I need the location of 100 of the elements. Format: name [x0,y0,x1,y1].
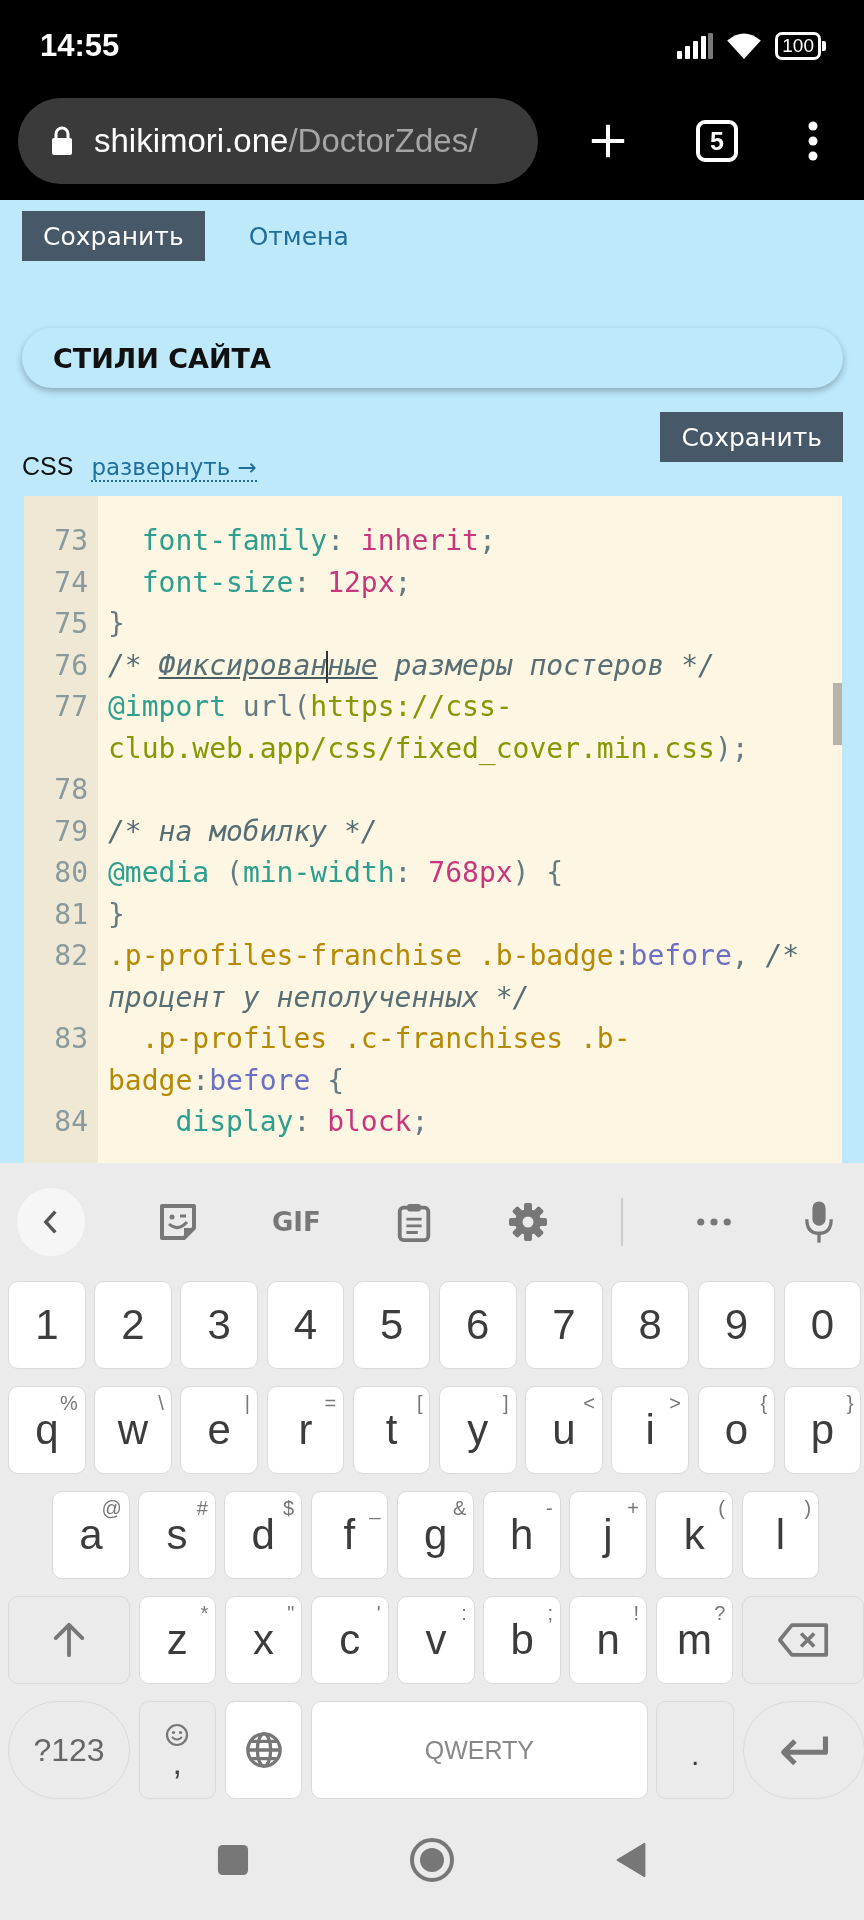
keyboard-key[interactable]: q % [8,1386,86,1474]
line-number: 77 [53,689,89,725]
keyboard-key[interactable]: u < [525,1386,603,1474]
line-number: 73 [53,523,89,559]
backspace-key[interactable] [741,1596,864,1684]
key-hint: : [461,1602,467,1625]
key-hint: < [583,1392,595,1415]
gif-button[interactable]: GIF [271,1207,321,1237]
keyboard-key[interactable]: i > [611,1386,689,1474]
keyboard-key[interactable]: c ' [310,1596,389,1684]
signal-icon [677,33,714,59]
keyboard-key[interactable]: j + [569,1491,647,1579]
language-key[interactable] [224,1701,303,1799]
keyboard-key[interactable]: s # [138,1491,216,1579]
cancel-link[interactable]: Отмена [248,221,349,251]
new-tab-icon[interactable] [590,123,626,159]
code-line: /* на мобилку */ [108,813,379,850]
keyboard-key[interactable]: v : [397,1596,475,1684]
key-hint: $ [282,1497,295,1520]
scrollbar-thumb[interactable] [833,683,842,745]
key-hint: \ [158,1392,164,1415]
keyboard-key[interactable]: o { [697,1386,776,1474]
key-hint: & [453,1497,467,1520]
key-hint: ( [718,1497,725,1520]
keyboard-key[interactable]: 7 [525,1281,603,1369]
key-hint: - [545,1497,553,1520]
keyboard-key[interactable]: m ? [655,1596,734,1684]
keyboard-key[interactable]: d $ [224,1491,303,1579]
menu-icon[interactable] [808,121,818,161]
keyboard-key[interactable]: 1 [8,1281,86,1369]
line-number: 76 [53,647,89,684]
keyboard-key[interactable]: 2 [94,1281,172,1369]
keyboard-key[interactable]: 6 [438,1281,517,1369]
keyboard-key[interactable]: 5 [352,1281,431,1369]
section-header: СТИЛИ САЙТА [22,328,843,388]
code-line: } [108,896,126,933]
key-hint: } [846,1392,854,1415]
keyboard-key[interactable]: p } [783,1386,862,1474]
save-button[interactable]: Сохранить [660,412,843,462]
home-icon[interactable] [409,1836,455,1883]
line-number: 84 [53,1104,89,1140]
key-label: , [172,1747,183,1777]
tab-count-button[interactable]: 5 [696,120,738,162]
key-hint: ' [376,1602,381,1625]
keyboard-key[interactable]: e | [180,1386,259,1474]
line-number: 82 [53,938,89,974]
backspace-icon [776,1622,829,1658]
key-hint: ! [633,1602,640,1625]
more-icon[interactable] [696,1218,731,1226]
url-text: shikimori.one/DoctorZdes/ [94,122,478,160]
keyboard-key[interactable]: 9 [697,1281,776,1369]
symbols-key[interactable]: ?123 [8,1701,130,1799]
key-hint: * [200,1602,209,1625]
keyboard-key[interactable]: 8 [611,1281,689,1369]
key-hint: > [669,1392,681,1415]
comma-key[interactable]: , [138,1701,217,1799]
keyboard-key[interactable]: b ; [483,1596,561,1684]
keyboard-key[interactable]: f _ [310,1491,389,1579]
expand-link[interactable]: развернуть → [91,454,257,482]
address-bar[interactable]: shikimori.one/DoctorZdes/ [18,98,538,184]
line-number: 74 [53,564,89,601]
keyboard-key[interactable]: h - [482,1491,561,1579]
microphone-icon[interactable] [803,1200,834,1244]
keyboard-key[interactable]: z * [138,1596,217,1684]
keyboard-key[interactable]: w \ [94,1386,172,1474]
keyboard-key[interactable]: k ( [655,1491,733,1579]
sticker-icon[interactable] [158,1202,199,1242]
keyboard-key[interactable]: n ! [569,1596,648,1684]
keyboard-key[interactable]: 3 [180,1281,259,1369]
enter-key[interactable] [742,1701,864,1799]
key-hint: { [760,1392,768,1415]
keyboard-key[interactable]: r = [266,1386,345,1474]
keyboard-key[interactable]: 0 [783,1281,862,1369]
code-line: .p-profiles .c-franchises .b-badge:before { [108,1021,632,1099]
save-button[interactable]: Сохранить [22,211,205,261]
keyboard-key[interactable]: x " [224,1596,303,1684]
back-icon[interactable] [615,1841,647,1878]
keyboard-key[interactable]: 4 [266,1281,345,1369]
keyboard-key[interactable]: t [ [352,1386,431,1474]
code-editor[interactable] [24,496,842,1163]
key-hint: | [244,1392,251,1415]
keyboard-key[interactable]: g & [396,1491,475,1579]
keyboard-key[interactable]: y ] [438,1386,517,1474]
shift-key[interactable] [8,1596,130,1684]
line-number: 80 [53,855,89,891]
code-line: @media (min-width: 768px) { [108,855,565,891]
code-line: display: block; [174,1104,430,1140]
line-number: 81 [53,896,89,933]
code-line: font-family: inherit; [140,523,497,559]
space-key[interactable]: QWERTY [310,1701,648,1799]
key-hint: % [59,1392,78,1415]
keyboard-key[interactable]: l ) [741,1491,820,1579]
key-hint: ; [547,1602,553,1625]
code-line: } [108,606,126,642]
key-hint: + [627,1497,639,1520]
lock-icon [50,126,74,156]
keyboard-key[interactable]: a @ [52,1491,130,1579]
period-key[interactable]: . [656,1701,735,1799]
key-hint: ] [503,1392,509,1415]
settings-icon[interactable] [507,1202,548,1242]
